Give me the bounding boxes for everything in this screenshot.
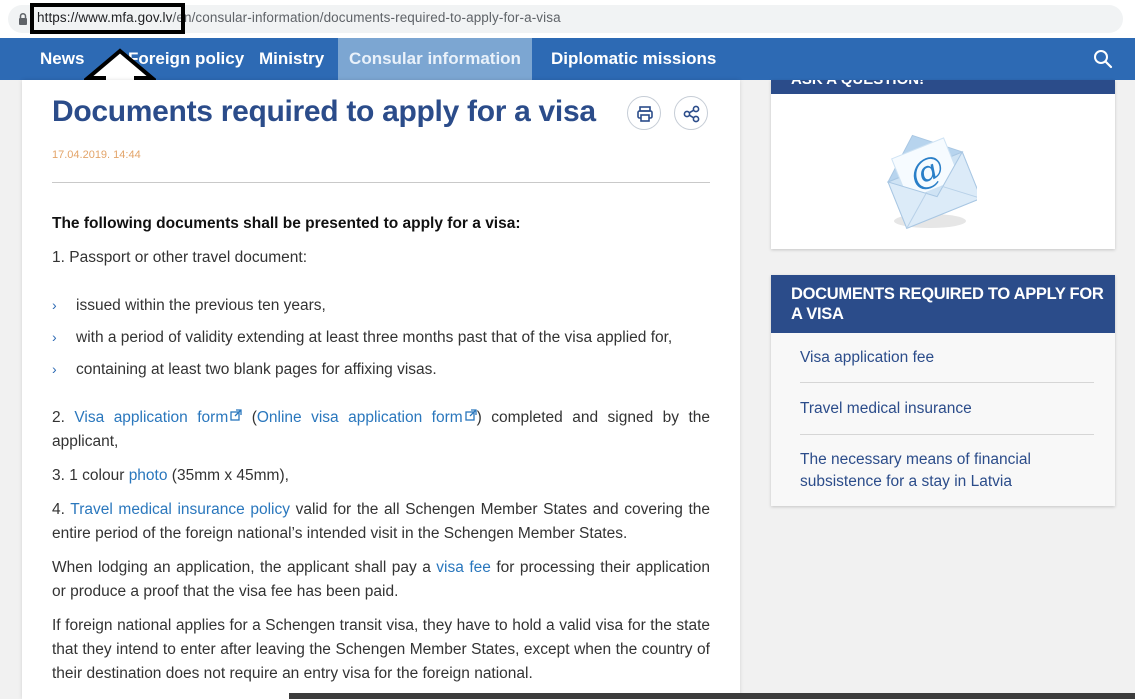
search-icon[interactable] [1093, 49, 1113, 69]
share-icon [683, 105, 700, 123]
chevron-right-icon: › [52, 329, 57, 345]
intro-text: The following documents shall be present… [52, 215, 521, 232]
article-card [22, 80, 740, 699]
chevron-right-icon: › [52, 361, 57, 377]
visa-application-form-link[interactable]: Visa application form [74, 409, 228, 426]
list-item-text: issued within the previous ten years, [76, 297, 326, 314]
list-item: › containing at least two blank pages for… [52, 361, 437, 379]
divider [800, 434, 1094, 435]
nav-consular-information[interactable]: Consular information [338, 38, 532, 80]
visa-fee-link[interactable]: visa fee [436, 559, 491, 576]
related-documents-header: DOCUMENTS REQUIRED TO APPLY FOR A VISA [771, 275, 1115, 333]
nav-news[interactable]: News [40, 38, 84, 80]
ask-question-header: ASK A QUESTION! [771, 80, 1115, 94]
item-3-post: (35mm x 45mm), [167, 467, 289, 484]
print-icon [637, 106, 653, 122]
item-3-pre: 3. 1 colour [52, 467, 129, 484]
divider [52, 182, 710, 183]
browser-url-bar: https://www.mfa.gov.lv/en/consular-infor… [0, 0, 1135, 38]
transit-visa-paragraph: If foreign national applies for a Scheng… [52, 617, 710, 682]
item-2-text: 2. Visa application form (Online visa ap… [52, 406, 710, 454]
ask-question-title: ASK A QUESTION! [791, 80, 924, 88]
share-button[interactable] [674, 96, 708, 130]
list-item-text: containing at least two blank pages for … [76, 361, 437, 378]
taskbar-strip [289, 693, 1135, 699]
page-title: Documents required to apply for a visa [52, 95, 596, 128]
item-2-number: 2. [52, 409, 75, 426]
list-item: › with a period of validity extending at … [52, 329, 672, 347]
envelope-at-icon: @ [886, 134, 977, 229]
related-documents-title: DOCUMENTS REQUIRED TO APPLY FOR A VISA [791, 285, 1104, 323]
item-4-pre: 4. [52, 501, 71, 518]
url-path: /en/consular-information/documents-requi… [172, 10, 561, 25]
sidebar-link-visa-fee[interactable]: Visa application fee [800, 347, 1090, 369]
sidebar-link-financial-subsistence[interactable]: The necessary means of financial subsist… [800, 449, 1090, 493]
main-nav: News Foreign policy Ministry Consular in… [0, 38, 1135, 80]
lock-icon [19, 12, 27, 25]
item-4-text: 4. Travel medical insurance policy valid… [52, 498, 710, 546]
url-highlight-box [30, 3, 185, 34]
publish-date: 17.04.2019. 14:44 [52, 149, 141, 161]
list-item-text: with a period of validity extending at l… [76, 329, 673, 346]
print-button[interactable] [627, 96, 661, 130]
item-3-text: 3. 1 colour photo (35mm x 45mm), [52, 464, 710, 488]
visa-fee-paragraph: When lodging an application, the applica… [52, 556, 710, 604]
nav-diplomatic-missions[interactable]: Diplomatic missions [551, 38, 716, 80]
chevron-right-icon: › [52, 297, 57, 313]
travel-medical-insurance-link[interactable]: Travel medical insurance policy [70, 501, 290, 518]
online-visa-application-form-link[interactable]: Online visa application form [257, 409, 463, 426]
external-link-icon [465, 409, 477, 421]
item-1-text: 1. Passport or other travel document: [52, 249, 308, 266]
nav-ministry[interactable]: Ministry [259, 38, 324, 80]
list-item: › issued within the previous ten years, [52, 297, 326, 315]
sidebar-link-travel-insurance[interactable]: Travel medical insurance [800, 398, 1090, 420]
para-1-pre: When lodging an application, the applica… [52, 559, 437, 576]
external-link-icon [230, 409, 242, 421]
item-2-mid: ( [242, 409, 257, 426]
divider [800, 382, 1094, 383]
photo-link[interactable]: photo [129, 467, 168, 484]
